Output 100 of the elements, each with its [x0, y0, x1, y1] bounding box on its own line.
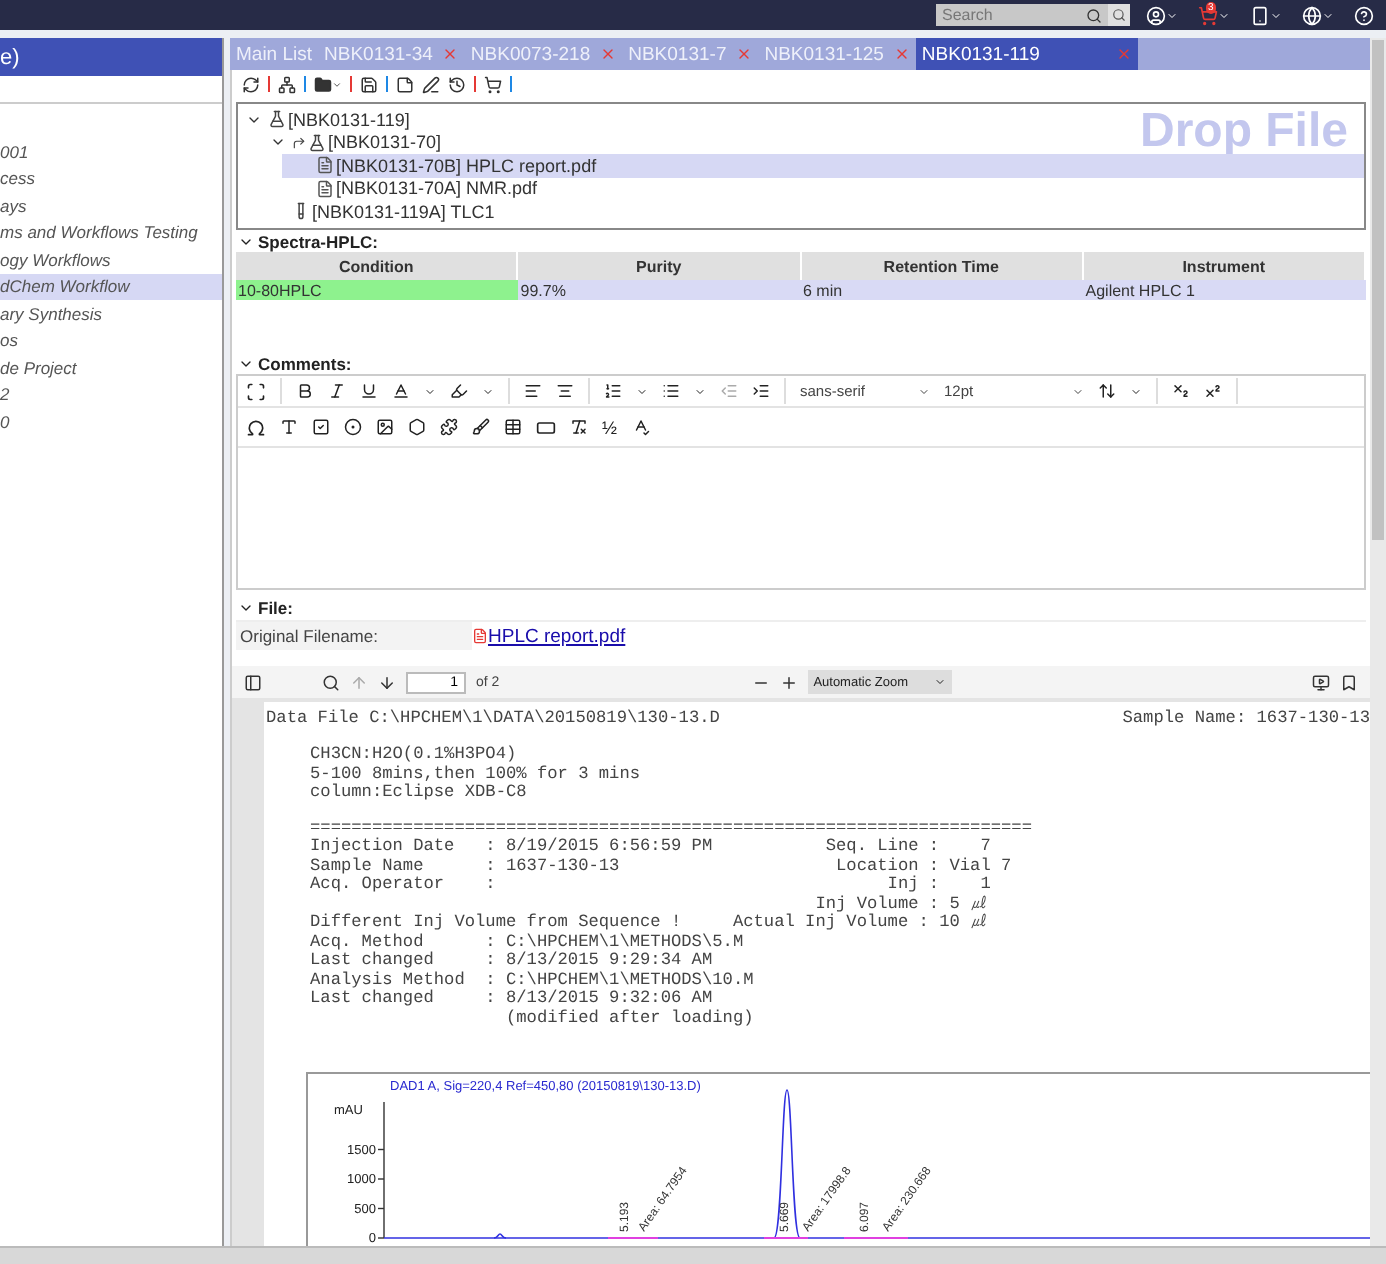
bookmark-icon[interactable] — [1340, 673, 1358, 691]
search-icon[interactable] — [322, 673, 340, 691]
document-text: CH3CN:H2O(0.1%H3PO4) — [310, 746, 519, 765]
rectangle-icon[interactable] — [536, 417, 556, 437]
zoom-in-icon[interactable] — [779, 673, 798, 691]
caret-icon[interactable] — [694, 385, 706, 397]
indent-icon[interactable] — [752, 382, 770, 400]
superscript-icon[interactable] — [1204, 382, 1222, 400]
scrollbar[interactable] — [1370, 38, 1386, 1246]
user-icon — [1146, 5, 1166, 25]
cart-icon[interactable] — [484, 75, 502, 93]
document-text: Data File C:\HPCHEM\1\DATA\20150819\130-13.D — [266, 708, 720, 728]
refresh-icon[interactable] — [242, 75, 260, 93]
fraction-button[interactable]: ½ — [602, 417, 618, 437]
sidebar-item[interactable]: dChem Workflow — [0, 273, 222, 300]
subscript-icon[interactable] — [1172, 382, 1190, 400]
help-icon — [1354, 5, 1374, 25]
file-link[interactable]: HPLC report.pdf — [488, 625, 626, 647]
sidebar-item[interactable]: 0 — [0, 408, 222, 435]
tree-item[interactable]: [NBK0131-70] — [246, 131, 442, 154]
align-center-icon[interactable] — [556, 382, 574, 400]
section-title: File: — [258, 597, 293, 617]
text-size-icon[interactable] — [280, 418, 298, 436]
sidebar-toggle-icon[interactable] — [244, 673, 262, 691]
user-menu-button[interactable] — [1142, 5, 1182, 25]
brush-icon[interactable] — [472, 418, 490, 436]
tree-item[interactable]: [NBK0131-70B] HPLC report.pdf — [282, 154, 1364, 177]
puzzle-icon[interactable] — [440, 418, 458, 436]
line-height-icon[interactable] — [1098, 382, 1116, 400]
italic-icon[interactable] — [328, 382, 346, 400]
horizontal-scrollbar[interactable] — [0, 1246, 1386, 1264]
document-text: Last changed : 8/13/2015 9:29:34 AM — [310, 952, 715, 971]
sidebar-item[interactable]: ary Synthesis — [0, 300, 222, 327]
caret-icon[interactable] — [482, 385, 494, 397]
fullscreen-icon[interactable] — [246, 381, 266, 401]
caret-icon[interactable] — [636, 385, 648, 397]
note-icon[interactable] — [396, 75, 414, 93]
sidebar-header: e) — [0, 38, 222, 76]
bullet-list-icon[interactable] — [662, 382, 680, 400]
table-cell: 99.7% — [518, 280, 801, 300]
search-field[interactable]: Search — [936, 4, 1108, 26]
table-cell: 6 min — [801, 280, 1084, 300]
document-text: Last changed : 8/13/2015 9:32:06 AM — [310, 990, 715, 1009]
section-title: Comments: — [258, 353, 352, 373]
document-text: ====================================================================== — [310, 819, 1034, 837]
highlighter-icon[interactable] — [450, 382, 468, 400]
numbered-list-icon[interactable] — [604, 382, 622, 400]
language-menu-button[interactable] — [1298, 5, 1338, 25]
bold-icon[interactable] — [296, 382, 314, 400]
spellcheck-icon[interactable] — [631, 418, 650, 436]
save-icon[interactable] — [360, 75, 378, 93]
table-icon[interactable] — [504, 418, 522, 436]
sidebar-item[interactable]: de Project — [0, 354, 222, 381]
sidebar-item[interactable]: cess — [0, 165, 222, 192]
document-text: Sample Name : 1637-130-13 Location : Vial 7 — [310, 857, 1014, 875]
underline-icon[interactable] — [360, 382, 378, 400]
document-text: column:Eclipse XDB-C8 — [310, 784, 529, 803]
column-header: Instrument — [1083, 252, 1366, 280]
caret-icon — [1072, 385, 1084, 397]
caret-icon[interactable] — [424, 385, 436, 397]
hierarchy-icon[interactable] — [278, 75, 296, 93]
image-icon[interactable] — [376, 418, 394, 436]
caret-icon — [1166, 9, 1178, 21]
document-text: Acq. Method : C:\HPCHEM\1\METHODS\5.M — [310, 933, 746, 951]
hexagon-icon[interactable] — [408, 418, 426, 436]
search-icon — [1086, 7, 1102, 23]
phone-icon — [1250, 5, 1270, 25]
history-icon[interactable] — [448, 75, 466, 93]
search-input[interactable]: Search — [942, 6, 1082, 24]
document-icon — [316, 156, 334, 175]
align-left-icon[interactable] — [524, 382, 542, 400]
sidebar-item[interactable]: os — [0, 327, 222, 354]
checkbox-icon[interactable] — [312, 418, 330, 436]
sidebar-item[interactable]: ms and Workflows Testing — [0, 219, 222, 246]
sidebar-item[interactable]: ays — [0, 192, 222, 219]
sidebar-item[interactable]: 2 — [0, 381, 222, 408]
sidebar-item[interactable]: ogy Workflows — [0, 246, 222, 273]
document-icon — [316, 179, 334, 198]
clear-format-icon[interactable] — [570, 418, 588, 436]
document-text: 5-100 8mins,then 100% for 3 mins — [310, 765, 643, 783]
help-button[interactable] — [1350, 5, 1378, 25]
folder-menu-button[interactable] — [314, 75, 342, 93]
pen-icon[interactable] — [422, 75, 440, 93]
presentation-icon[interactable] — [1312, 673, 1330, 691]
tree-item[interactable]: [NBK0131-119] — [246, 108, 410, 131]
caret-icon — [933, 676, 946, 688]
tree-item[interactable]: [NBK0131-70A] NMR.pdf — [246, 177, 538, 200]
caret-icon — [1322, 9, 1334, 21]
next-page-icon[interactable] — [378, 673, 396, 691]
omega-icon[interactable] — [246, 417, 266, 437]
caret-icon[interactable] — [1130, 385, 1142, 397]
tree-item[interactable]: [NBK0131-119A] TLC1 — [246, 200, 495, 223]
text-color-icon[interactable] — [392, 382, 410, 400]
table-cell: 10-80HPLC — [236, 280, 519, 300]
search-button[interactable] — [1108, 4, 1130, 26]
sidebar-item[interactable]: 001 — [0, 138, 222, 165]
tab[interactable]: NBK0131-119 — [915, 38, 1138, 70]
radio-icon[interactable] — [344, 418, 362, 436]
section-title: Spectra-HPLC: — [258, 231, 378, 251]
field-label: Original Filename: — [236, 622, 472, 650]
